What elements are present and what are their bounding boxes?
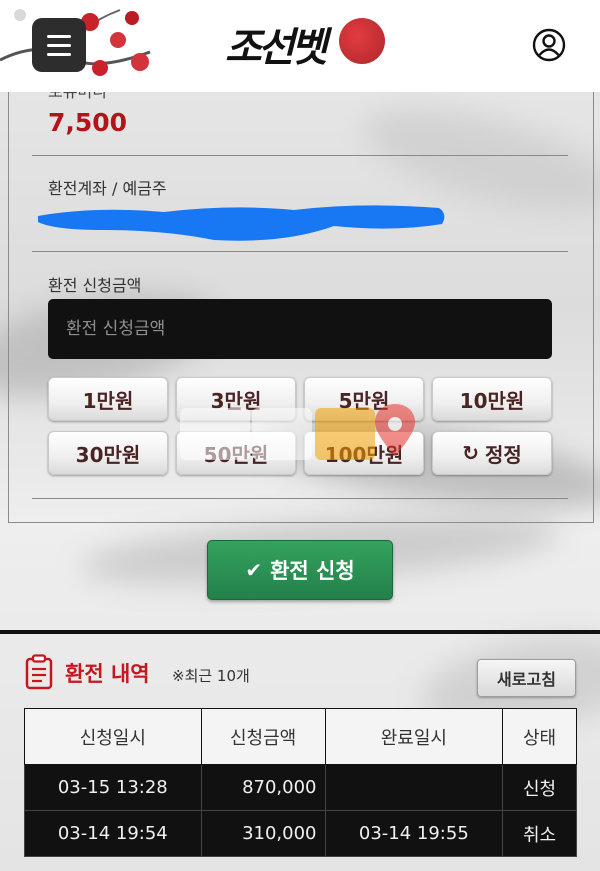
check-icon: ✔ — [245, 558, 263, 582]
site-header: 조선벳 — [0, 0, 600, 92]
amount-cell: 870,000 — [200, 764, 326, 811]
column-header: 완료일시 — [324, 708, 504, 765]
menu-icon — [47, 34, 71, 38]
column-header: 신청일시 — [24, 708, 202, 765]
complete-time-cell — [324, 764, 504, 811]
refresh-button[interactable]: 새로고침 — [477, 659, 576, 697]
user-icon[interactable] — [532, 28, 566, 62]
section-divider — [0, 630, 600, 634]
column-header: 신청금액 — [200, 708, 326, 765]
withdraw-submit-button[interactable]: ✔ 환전 신청 — [207, 540, 393, 600]
amount-cell: 310,000 — [200, 810, 326, 857]
history-subtitle: ※최근 10개 — [172, 667, 250, 685]
document-icon — [25, 654, 53, 690]
submit-label: 환전 신청 — [270, 559, 355, 583]
status-cell: 취소 — [502, 810, 577, 857]
table-row: 03-14 19:54 310,000 03-14 19:55 취소 — [24, 810, 577, 857]
table-row: 03-15 13:28 870,000 신청 — [24, 764, 577, 811]
request-time-cell: 03-14 19:54 — [24, 810, 202, 857]
complete-time-cell: 03-14 19:55 — [324, 810, 504, 857]
history-title: 환전 내역 — [65, 662, 150, 686]
withdraw-history-table: 신청일시 신청금액 완료일시 상태 03-15 13:28 870,000 신청… — [24, 708, 577, 857]
watermark-logo — [180, 404, 416, 460]
status-cell: 신청 — [502, 764, 577, 811]
column-header: 상태 — [502, 708, 577, 765]
site-logo[interactable]: 조선벳 — [225, 18, 385, 74]
menu-button[interactable] — [32, 18, 86, 72]
request-time-cell: 03-15 13:28 — [24, 764, 202, 811]
